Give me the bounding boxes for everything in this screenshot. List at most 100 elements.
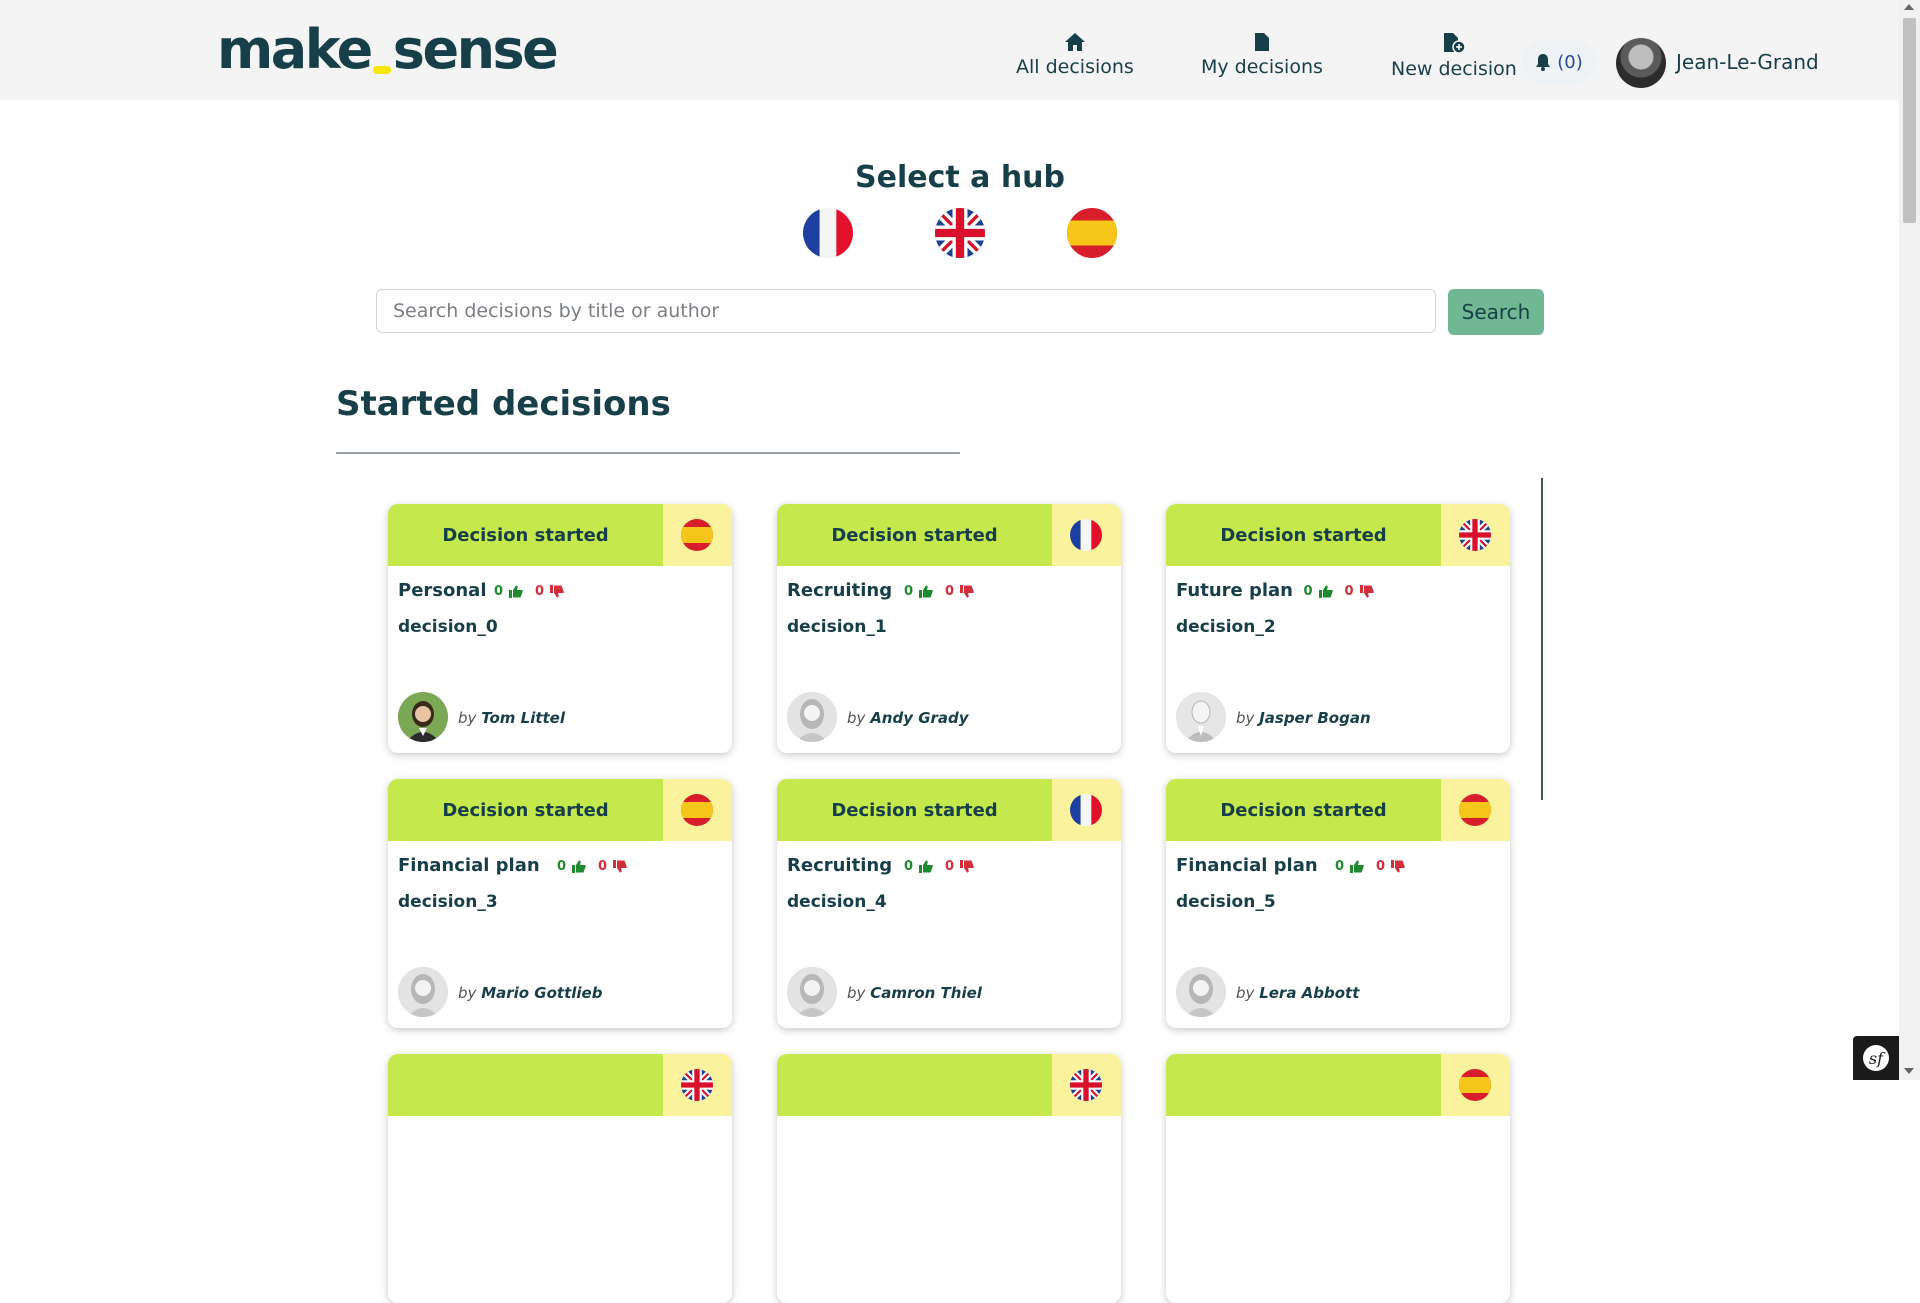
author-name[interactable]: Lera Abbott xyxy=(1259,984,1359,1002)
card-category: Financial plan xyxy=(398,855,540,876)
user-avatar[interactable] xyxy=(1616,38,1666,88)
card-hub-flag xyxy=(1052,779,1121,841)
card-hub-flag xyxy=(663,1054,732,1116)
card-title[interactable]: decision_1 xyxy=(787,617,887,637)
author-prefix: by xyxy=(847,709,866,727)
author-name[interactable]: Andy Grady xyxy=(870,709,968,727)
notifications-button[interactable]: (0) xyxy=(1522,40,1596,84)
hub-flag-uk[interactable] xyxy=(935,208,985,258)
author-name[interactable]: Mario Gottlieb xyxy=(481,984,602,1002)
nav-new-decision[interactable]: New decision xyxy=(1391,32,1517,80)
hub-title: Select a hub xyxy=(854,160,1066,195)
thumbs-down-icon xyxy=(960,585,974,598)
card-hub-flag xyxy=(1441,504,1510,566)
thumbs-down-icon xyxy=(550,585,564,598)
france-flag-icon xyxy=(1070,519,1102,551)
user-name[interactable]: Jean-Le-Grand xyxy=(1676,50,1819,74)
card-title[interactable]: decision_2 xyxy=(1176,617,1276,637)
card-hub-flag xyxy=(1441,1054,1510,1116)
page-scrollbar[interactable] xyxy=(1899,0,1920,1080)
section-title: Started decisions xyxy=(336,384,671,424)
hub-flag-spain[interactable] xyxy=(1067,208,1117,258)
card-hub-flag xyxy=(1441,779,1510,841)
card-status: Decision started xyxy=(1166,504,1441,566)
thumbs-up-icon xyxy=(919,585,933,598)
card-hub-flag xyxy=(663,504,732,566)
bell-icon xyxy=(1536,54,1551,71)
thumbs-down-icon xyxy=(1391,860,1405,873)
card-category: Recruiting xyxy=(787,580,893,601)
nav-my-decisions[interactable]: My decisions xyxy=(1201,32,1323,78)
card-title[interactable]: decision_5 xyxy=(1176,892,1276,912)
nav-all-decisions[interactable]: All decisions xyxy=(1016,32,1134,78)
thumbs-up-count: 0 xyxy=(494,584,504,599)
decision-card-partial[interactable] xyxy=(1166,1054,1510,1303)
thumbs-up-icon xyxy=(509,585,523,598)
author-name[interactable]: Jasper Bogan xyxy=(1259,709,1370,727)
decision-card[interactable]: Decision started Recruiting 0 0 decision_1 by… xyxy=(777,504,1121,753)
card-status xyxy=(388,1054,663,1116)
card-status xyxy=(1166,1054,1441,1116)
top-navbar: make sense All decisions My decisions New… xyxy=(0,0,1899,100)
thumbs-up-icon xyxy=(1350,860,1364,873)
card-title[interactable]: decision_0 xyxy=(398,617,498,637)
author-avatar xyxy=(1176,967,1226,1017)
spain-flag-icon xyxy=(1459,1069,1491,1101)
home-icon xyxy=(1064,33,1085,51)
card-category: Personal xyxy=(398,580,487,601)
uk-flag-icon xyxy=(935,208,985,258)
author-photo xyxy=(398,692,448,742)
card-hub-flag xyxy=(663,779,732,841)
author-name[interactable]: Camron Thiel xyxy=(870,984,982,1002)
decision-card[interactable]: Decision started Financial plan 0 0 decision… xyxy=(1166,779,1510,1028)
author-avatar xyxy=(398,967,448,1017)
card-votes: 00 xyxy=(904,859,974,874)
author-prefix: by xyxy=(458,709,477,727)
card-title[interactable]: decision_4 xyxy=(787,892,887,912)
symfony-icon: sf xyxy=(1863,1045,1889,1071)
thumbs-up-icon xyxy=(919,860,933,873)
decision-card[interactable]: Decision started Recruiting 0 0 decision_4 by… xyxy=(777,779,1121,1028)
decision-card-partial[interactable] xyxy=(388,1054,732,1303)
author-placeholder xyxy=(787,967,837,1017)
card-category: Future plan xyxy=(1176,580,1293,601)
scroll-down-icon[interactable] xyxy=(1904,1068,1914,1074)
card-author: by Jasper Bogan xyxy=(1236,709,1371,727)
thumbs-up-count: 0 xyxy=(904,584,914,599)
card-author: by Camron Thiel xyxy=(847,984,982,1002)
search-input[interactable] xyxy=(376,289,1436,333)
uk-flag-icon xyxy=(1459,519,1491,551)
spain-flag-icon xyxy=(681,794,713,826)
decision-card[interactable]: Decision started Financial plan 0 0 decision… xyxy=(388,779,732,1028)
thumbs-up-icon xyxy=(1318,585,1333,598)
card-title[interactable]: decision_3 xyxy=(398,892,498,912)
card-hub-flag xyxy=(1052,1054,1121,1116)
decision-card-partial[interactable] xyxy=(777,1054,1121,1303)
author-placeholder xyxy=(787,692,837,742)
thumbs-down-count: 0 xyxy=(945,859,955,874)
author-avatar xyxy=(1176,692,1226,742)
decision-card[interactable]: Decision started Future plan 0 0 decision_2 b… xyxy=(1166,504,1510,753)
author-avatar xyxy=(787,692,837,742)
card-votes: 00 xyxy=(557,859,627,874)
thumbs-down-count: 0 xyxy=(1344,584,1354,599)
card-author: by Lera Abbott xyxy=(1236,984,1359,1002)
france-flag-icon xyxy=(803,208,853,258)
card-category: Financial plan xyxy=(1176,855,1318,876)
thumbs-up-icon xyxy=(572,860,586,873)
france-flag-icon xyxy=(1070,794,1102,826)
symfony-toolbar-icon[interactable]: sf xyxy=(1853,1036,1899,1080)
hub-flag-france[interactable] xyxy=(803,208,853,258)
scrollbar-thumb[interactable] xyxy=(1903,18,1916,223)
file-icon xyxy=(1254,33,1269,51)
make-sense-logo[interactable]: make sense xyxy=(217,18,559,82)
scroll-up-icon[interactable] xyxy=(1904,4,1914,10)
author-name[interactable]: Tom Littel xyxy=(481,709,565,727)
thumbs-down-count: 0 xyxy=(945,584,955,599)
card-status xyxy=(777,1054,1052,1116)
author-prefix: by xyxy=(1236,984,1255,1002)
card-author: by Andy Grady xyxy=(847,709,969,727)
decision-card[interactable]: Decision started Personal 0 0 decision_0 by T… xyxy=(388,504,732,753)
card-hub-flag xyxy=(1052,504,1121,566)
search-button[interactable]: Search xyxy=(1448,289,1544,335)
